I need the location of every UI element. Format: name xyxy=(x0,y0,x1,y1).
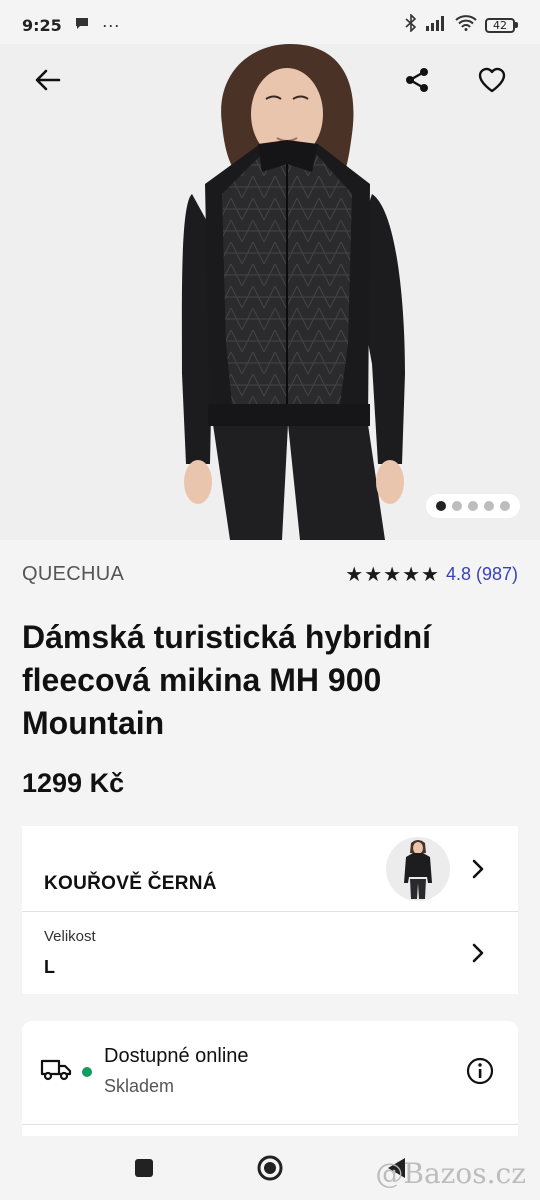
pagination-dot-active[interactable] xyxy=(436,501,446,511)
more-dots-icon: ··· xyxy=(101,14,120,35)
color-thumbnail xyxy=(386,836,450,901)
signal-icon xyxy=(425,15,447,36)
heart-icon xyxy=(478,67,506,93)
availability-status: Skladem xyxy=(104,1076,175,1096)
square-icon xyxy=(135,1159,153,1177)
chat-notification-icon xyxy=(74,15,90,36)
product-photo xyxy=(0,44,540,540)
selected-size: L xyxy=(44,957,55,977)
delivery-truck-icon xyxy=(40,1057,72,1086)
info-icon xyxy=(466,1057,494,1085)
star-rating-icon: ★★★★★ xyxy=(345,562,440,586)
pagination-dot[interactable] xyxy=(468,501,478,511)
wishlist-button[interactable] xyxy=(470,58,514,102)
rating[interactable]: ★★★★★ 4.8 (987) xyxy=(345,562,518,586)
gallery-pagination[interactable] xyxy=(426,494,520,518)
size-label: Velikost xyxy=(44,928,96,945)
size-selector[interactable]: Velikost L xyxy=(22,912,518,994)
bluetooth-icon xyxy=(405,12,417,37)
chevron-right-icon xyxy=(460,851,496,887)
brand-rating-row: QUECHUA ★★★★★ 4.8 (987) xyxy=(22,562,518,586)
arrow-left-icon xyxy=(35,69,61,91)
back-button[interactable] xyxy=(26,58,70,102)
home-button[interactable] xyxy=(252,1150,288,1186)
selected-color: KOUŘOVĚ ČERNÁ xyxy=(44,872,217,894)
pagination-dot[interactable] xyxy=(484,501,494,511)
chevron-right-icon xyxy=(460,935,496,971)
wifi-icon xyxy=(455,14,477,36)
brand-name[interactable]: QUECHUA xyxy=(22,563,124,586)
color-selector[interactable]: KOUŘOVĚ ČERNÁ xyxy=(22,826,518,912)
in-stock-indicator xyxy=(82,1067,92,1077)
battery-icon: 42 xyxy=(485,17,518,33)
info-button[interactable] xyxy=(460,1051,500,1091)
product-title: Dámská turistická hybridní fleecová miki… xyxy=(22,619,432,741)
pagination-dot[interactable] xyxy=(452,501,462,511)
product-gallery[interactable] xyxy=(0,44,540,540)
rating-value[interactable]: 4.8 (987) xyxy=(446,564,518,585)
clock: 9:25 xyxy=(22,15,62,35)
circle-home-icon xyxy=(257,1155,283,1181)
status-bar: 9:25 ··· 42 xyxy=(0,0,540,50)
availability-title: Dostupné online xyxy=(104,1045,249,1067)
share-icon xyxy=(406,68,428,92)
recent-apps-button[interactable] xyxy=(126,1150,162,1186)
watermark: @Bazos.cz xyxy=(375,1157,526,1190)
battery-level: 42 xyxy=(485,17,515,33)
pagination-dot[interactable] xyxy=(500,501,510,511)
product-price: 1299 Kč xyxy=(22,768,125,798)
share-button[interactable] xyxy=(395,58,439,102)
divider xyxy=(22,1124,518,1125)
